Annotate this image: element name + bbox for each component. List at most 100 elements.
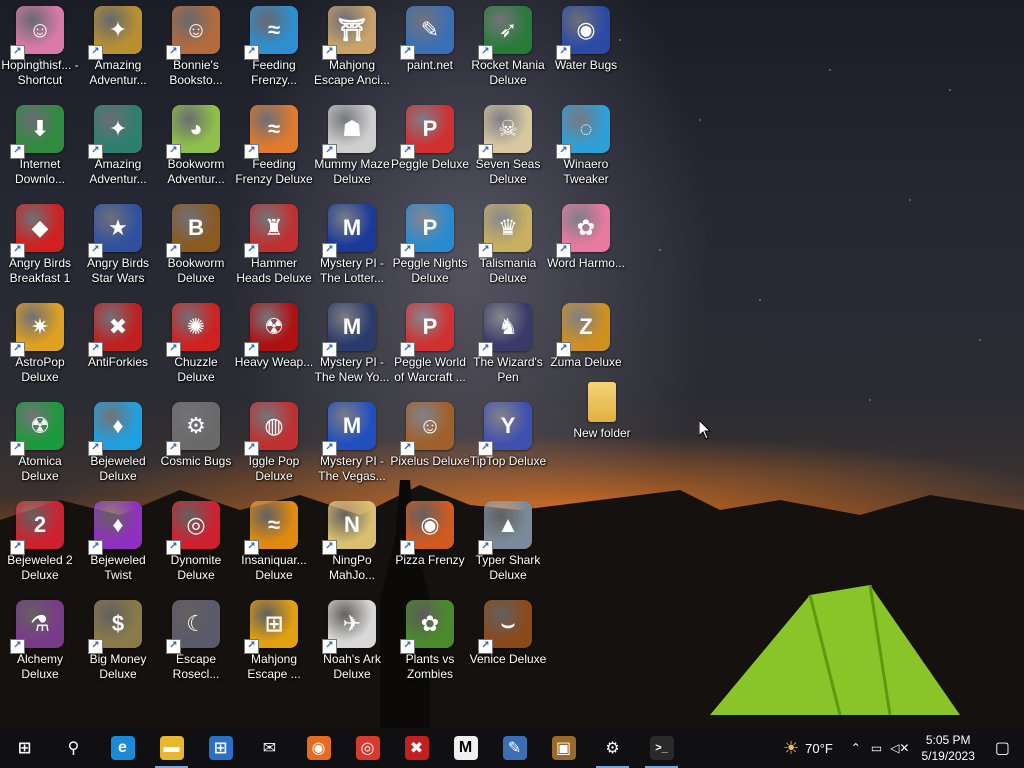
peggle-wow-icon: P ↗	[400, 303, 454, 357]
desktop-icon[interactable]: ♞ ↗ The Wizard's Pen	[468, 297, 548, 393]
m-app-button[interactable]: M	[441, 728, 490, 768]
desktop-icon[interactable]: ♦ ↗ Bejeweled Twist	[78, 495, 158, 591]
desktop-icon[interactable]: M ↗ Mystery PI - The Vegas...	[312, 396, 392, 492]
desktop-icon[interactable]: P ↗ Peggle Deluxe	[390, 99, 470, 195]
desktop-icon[interactable]: ◉ ↗ Pizza Frenzy	[390, 495, 470, 591]
desktop-icon[interactable]: ⌣ ↗ Venice Deluxe	[468, 594, 548, 690]
file-explorer-button[interactable]: ▬	[147, 728, 196, 768]
shortcut-arrow-icon: ↗	[478, 639, 493, 654]
desktop-icon[interactable]: ≈ ↗ Feeding Frenzy...	[234, 0, 314, 96]
terminal-button[interactable]: >_	[637, 728, 686, 768]
desktop-icon-label: Pizza Frenzy	[395, 553, 465, 567]
dove-icon: ✈ ↗	[322, 600, 376, 654]
desktop-icon[interactable]: ✎ ↗ paint.net	[390, 0, 470, 96]
desktop-icon[interactable]: New folder	[562, 376, 642, 472]
desktop-icon[interactable]: ✖ ↗ AntiForkies	[78, 297, 158, 393]
chrome-button[interactable]: ◎	[343, 728, 392, 768]
desktop-icon[interactable]: ≈ ↗ Insaniquar... Deluxe	[234, 495, 314, 591]
desktop-icon[interactable]: ⚙ ↗ Cosmic Bugs	[156, 396, 236, 492]
desktop-icon-label: Typer Shark Deluxe	[475, 553, 541, 582]
volume-muted-icon[interactable]: ◁✕	[890, 741, 909, 755]
desktop-icon[interactable]: ♦ ↗ Bejeweled Deluxe	[78, 396, 158, 492]
gem-twist-icon: ♦ ↗	[88, 501, 142, 555]
desktop-icon[interactable]: ✈ ↗ Noah's Ark Deluxe	[312, 594, 392, 690]
desktop-icon[interactable]: ☗ ↗ Mummy Maze Deluxe	[312, 99, 392, 195]
desktop-icon[interactable]: ⛩ ↗ Mahjong Escape Anci...	[312, 0, 392, 96]
desktop-icon[interactable]: ◎ ↗ Dynomite Deluxe	[156, 495, 236, 591]
desktop-icon-label: Mummy Maze Deluxe	[314, 157, 390, 186]
desktop-icon[interactable]: ▲ ↗ Typer Shark Deluxe	[468, 495, 548, 591]
desktop-icon[interactable]: ✿ ↗ Plants vs Zombies	[390, 594, 470, 690]
settings-button[interactable]: ⚙	[588, 728, 637, 768]
desktop-icon-label: Alchemy Deluxe	[16, 652, 63, 681]
desktop-icon[interactable]: ✷ ↗ AstroPop Deluxe	[0, 297, 80, 393]
mail-button[interactable]: ✉	[245, 728, 294, 768]
desktop-icon[interactable]: ◕ ↗ Bookworm Adventur...	[156, 99, 236, 195]
desktop-icon[interactable]: 2 ↗ Bejeweled 2 Deluxe	[0, 495, 80, 591]
desktop-icon[interactable]: B ↗ Bookworm Deluxe	[156, 198, 236, 294]
winrar-button[interactable]: ▣	[539, 728, 588, 768]
desktop-icon-label: Angry Birds Star Wars	[86, 256, 150, 285]
desktop-icon[interactable]: ☺ ↗ Bonnie's Booksto...	[156, 0, 236, 96]
desktop-icon-label: paint.net	[406, 58, 454, 72]
start-button[interactable]: ⊞	[0, 728, 49, 768]
clock[interactable]: 5:05 PM 5/19/2023	[921, 732, 974, 764]
notification-center-icon[interactable]: ▢	[995, 738, 1010, 758]
desktop-icon[interactable]: ☺ ↗ Pixelus Deluxe	[390, 396, 470, 492]
desktop-icon[interactable]: ⊞ ↗ Mahjong Escape ...	[234, 594, 314, 690]
desktop-icon[interactable]: ☺ ↗ Hopingthisf... - Shortcut	[0, 0, 80, 96]
weather-temp: 70°F	[805, 740, 833, 756]
desktop-icon[interactable]: ✦ ↗ Amazing Adventur...	[78, 0, 158, 96]
edge-button[interactable]: e	[98, 728, 147, 768]
desktop-icon[interactable]: ✺ ↗ Chuzzle Deluxe	[156, 297, 236, 393]
desktop-icon[interactable]: ➶ ↗ Rocket Mania Deluxe	[468, 0, 548, 96]
desktop-icon[interactable]: N ↗ NingPo MahJo...	[312, 495, 392, 591]
desktop-icon[interactable]: $ ↗ Big Money Deluxe	[78, 594, 158, 690]
desktop-icon[interactable]: ☢ ↗ Atomica Deluxe	[0, 396, 80, 492]
iggle-pop-icon: ◍ ↗	[244, 402, 298, 456]
desktop-icon[interactable]: P ↗ Peggle Nights Deluxe	[390, 198, 470, 294]
desktop-icon[interactable]: ♛ ↗ Talismania Deluxe	[468, 198, 548, 294]
desktop-icon[interactable]: ☠ ↗ Seven Seas Deluxe	[468, 99, 548, 195]
mystery-pi-vegas-icon: M ↗	[322, 402, 376, 456]
antiforkies-button[interactable]: ✖	[392, 728, 441, 768]
desktop-icon[interactable]: ◌ ↗ Winaero Tweaker	[546, 99, 626, 195]
shortcut-arrow-icon: ↗	[244, 540, 259, 555]
weather-widget[interactable]: ☀ 70°F	[783, 738, 833, 759]
desktop-icon-label: Noah's Ark Deluxe	[323, 652, 381, 681]
desktop-icon[interactable]: ◉ ↗ Water Bugs	[546, 0, 626, 96]
chevron-up-icon[interactable]: ⌃	[851, 741, 861, 755]
network-icon[interactable]: ▭	[871, 741, 882, 755]
desktop-icon[interactable]: P ↗ Peggle World of Warcraft ...	[390, 297, 470, 393]
desktop-icon[interactable]: ♜ ↗ Hammer Heads Deluxe	[234, 198, 314, 294]
mummy-icon: ☗ ↗	[322, 105, 376, 159]
gondola-icon: ⌣ ↗	[478, 600, 532, 654]
shortcut-arrow-icon: ↗	[244, 243, 259, 258]
firefox-button[interactable]: ◉	[294, 728, 343, 768]
desktop-icon[interactable]: ✿ ↗ Word Harmo...	[546, 198, 626, 294]
paint-net-button[interactable]: ✎	[490, 728, 539, 768]
desktop-icon[interactable]: ⬇ ↗ Internet Downlo...	[0, 99, 80, 195]
desktop-icon[interactable]: ★ ↗ Angry Birds Star Wars	[78, 198, 158, 294]
desktop-icon[interactable]: ✦ ↗ Amazing Adventur...	[78, 99, 158, 195]
desktop-icon[interactable]: M ↗ Mystery PI - The Lotter...	[312, 198, 392, 294]
shortcut-arrow-icon: ↗	[10, 441, 25, 456]
desktop-icon[interactable]: M ↗ Mystery PI - The New Yo...	[312, 297, 392, 393]
desktop-icon[interactable]: ☢ ↗ Heavy Weap...	[234, 297, 314, 393]
atomica-icon: ☢ ↗	[10, 402, 64, 456]
desktop-icon[interactable]: Y ↗ TipTop Deluxe	[468, 396, 548, 492]
desktop-icon-label: Chuzzle Deluxe	[174, 355, 218, 384]
desktop[interactable]: ☺ ↗ Hopingthisf... - Shortcut ✦ ↗ Amazing Adv…	[0, 0, 1024, 728]
shortcut-arrow-icon: ↗	[10, 144, 25, 159]
desktop-icon-label: Iggle Pop Deluxe	[248, 454, 300, 483]
desktop-icon[interactable]: ⚗ ↗ Alchemy Deluxe	[0, 594, 80, 690]
shortcut-arrow-icon: ↗	[88, 441, 103, 456]
shortcut-arrow-icon: ↗	[556, 45, 571, 60]
desktop-icon[interactable]: ◍ ↗ Iggle Pop Deluxe	[234, 396, 314, 492]
store-button[interactable]: ⊞	[196, 728, 245, 768]
desktop-icon[interactable]: ≈ ↗ Feeding Frenzy Deluxe	[234, 99, 314, 195]
clock-date: 5/19/2023	[921, 749, 975, 763]
search-button[interactable]: ⚲	[49, 728, 98, 768]
desktop-icon[interactable]: ☾ ↗ Escape Rosecl...	[156, 594, 236, 690]
desktop-icon[interactable]: ◆ ↗ Angry Birds Breakfast 1	[0, 198, 80, 294]
